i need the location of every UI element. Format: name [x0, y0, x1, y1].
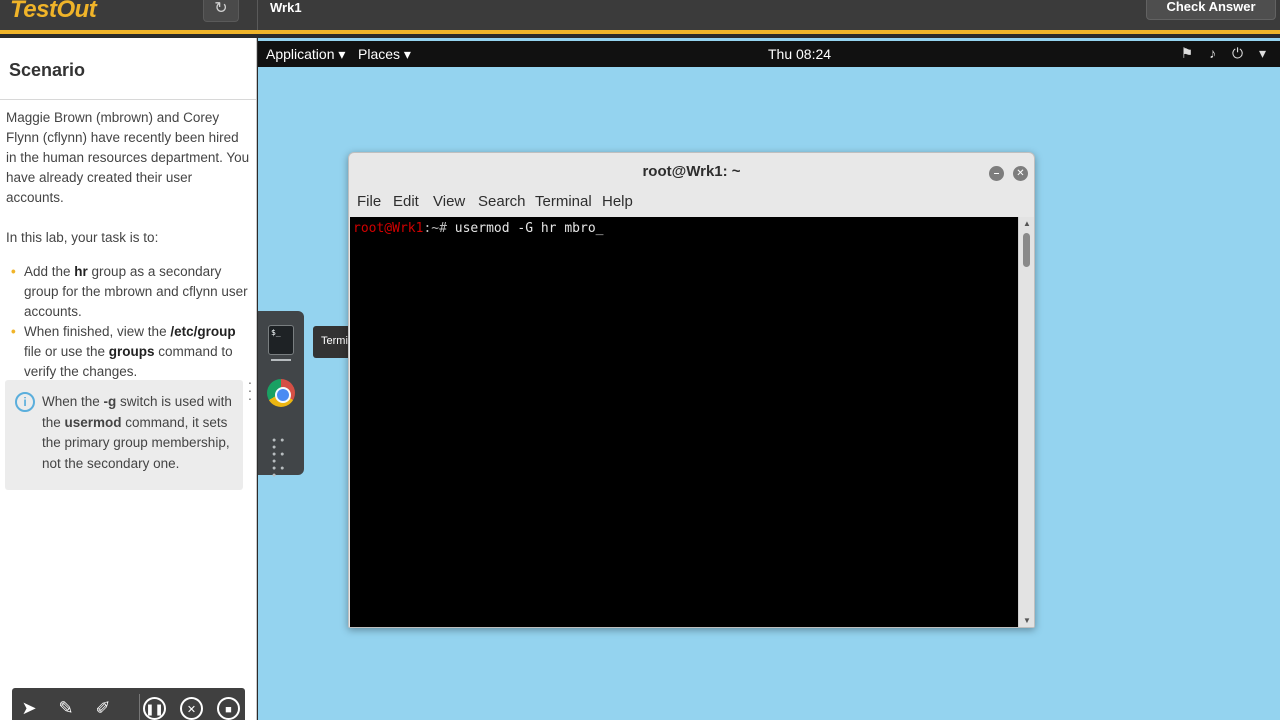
terminal-window[interactable]: root@Wrk1: ~ – ✕ File Edit View Search T…: [348, 152, 1035, 628]
clock[interactable]: Thu 08:24: [768, 46, 831, 62]
terminal-menubar: File Edit View Search Terminal Help: [349, 191, 1034, 217]
topbar-divider: [257, 0, 258, 30]
prompt-path: :~#: [423, 221, 455, 236]
close-icon[interactable]: ✕: [1013, 166, 1028, 181]
show-apps-icon[interactable]: ● ● ● ● ● ● ● ● ●: [272, 437, 292, 479]
scroll-thumb[interactable]: [1023, 233, 1030, 267]
gnome-top-bar: Application ▾ Places ▾ Thu 08:24 ⚑ ♪ ⏻ ▾: [258, 41, 1280, 67]
refresh-button[interactable]: ↻: [203, 0, 239, 22]
scenario-intro: Maggie Brown (mbrown) and Corey Flynn (c…: [6, 110, 250, 205]
pause-icon[interactable]: ❚❚: [143, 697, 166, 720]
toolbar-divider: [139, 694, 140, 720]
linux-desktop: Application ▾ Places ▾ Thu 08:24 ⚑ ♪ ⏻ ▾…: [258, 38, 1280, 720]
hint-box: i When the -g switch is used with the us…: [5, 380, 243, 490]
menu-search[interactable]: Search: [478, 193, 526, 210]
places-menu[interactable]: Places ▾: [358, 46, 411, 63]
pencil-icon[interactable]: ✎: [53, 695, 79, 720]
menu-help[interactable]: Help: [602, 193, 633, 210]
stop-icon[interactable]: ■: [217, 697, 240, 720]
menu-view[interactable]: View: [433, 193, 465, 210]
terminal-scrollbar[interactable]: ▲ ▼: [1018, 217, 1034, 627]
minimize-icon[interactable]: –: [989, 166, 1004, 181]
terminal-launcher-icon[interactable]: $_: [268, 325, 294, 355]
system-tray[interactable]: ⚑ ♪ ⏻ ▾: [1181, 45, 1272, 62]
pointer-icon[interactable]: ➤: [16, 695, 42, 720]
scenario-heading: Scenario: [0, 38, 256, 100]
menu-terminal[interactable]: Terminal: [535, 193, 592, 210]
dock: $_ ● ● ● ● ● ● ● ● ●: [258, 311, 304, 479]
task-intro: In this lab, your task is to:: [6, 230, 159, 245]
scenario-body: Maggie Brown (mbrown) and Corey Flynn (c…: [0, 100, 256, 382]
scenario-panel: Scenario Maggie Brown (mbrown) and Corey…: [0, 38, 257, 720]
info-icon: i: [15, 392, 35, 412]
running-indicator: [271, 359, 291, 361]
terminal-output[interactable]: root@Wrk1:~# usermod -G hr mbro_: [350, 217, 1019, 627]
top-bar: TestOut ↻ Wrk1 Check Answer: [0, 0, 1280, 34]
application-menu[interactable]: Application ▾: [266, 46, 345, 63]
refresh-icon: ↻: [214, 0, 228, 17]
dock-tooltip: Terminal: [313, 326, 351, 358]
check-answer-button[interactable]: Check Answer: [1146, 0, 1276, 20]
panel-resize-grip-icon[interactable]: · · ·: [247, 375, 253, 405]
close-circle-icon[interactable]: ✕: [180, 697, 203, 720]
machine-name: Wrk1: [270, 0, 302, 15]
annotation-toolbar: ➤ ✎ ✐ ❚❚ ✕ ■: [12, 688, 245, 720]
chrome-launcher-icon[interactable]: [267, 379, 295, 407]
prompt-user: root@Wrk1: [353, 221, 424, 236]
scroll-down-icon[interactable]: ▼: [1022, 616, 1032, 625]
brush-icon[interactable]: ✐: [90, 695, 116, 720]
task-item: Add the hr group as a secondary group fo…: [11, 262, 250, 322]
testout-logo: TestOut: [10, 0, 97, 23]
scroll-up-icon[interactable]: ▲: [1022, 219, 1032, 228]
window-title: root@Wrk1: ~: [642, 163, 741, 180]
menu-file[interactable]: File: [357, 193, 381, 210]
menu-edit[interactable]: Edit: [393, 193, 419, 210]
task-item: When finished, view the /etc/group file …: [11, 322, 250, 382]
task-list: Add the hr group as a secondary group fo…: [11, 262, 250, 382]
command-text: usermod -G hr mbro_: [454, 221, 604, 236]
